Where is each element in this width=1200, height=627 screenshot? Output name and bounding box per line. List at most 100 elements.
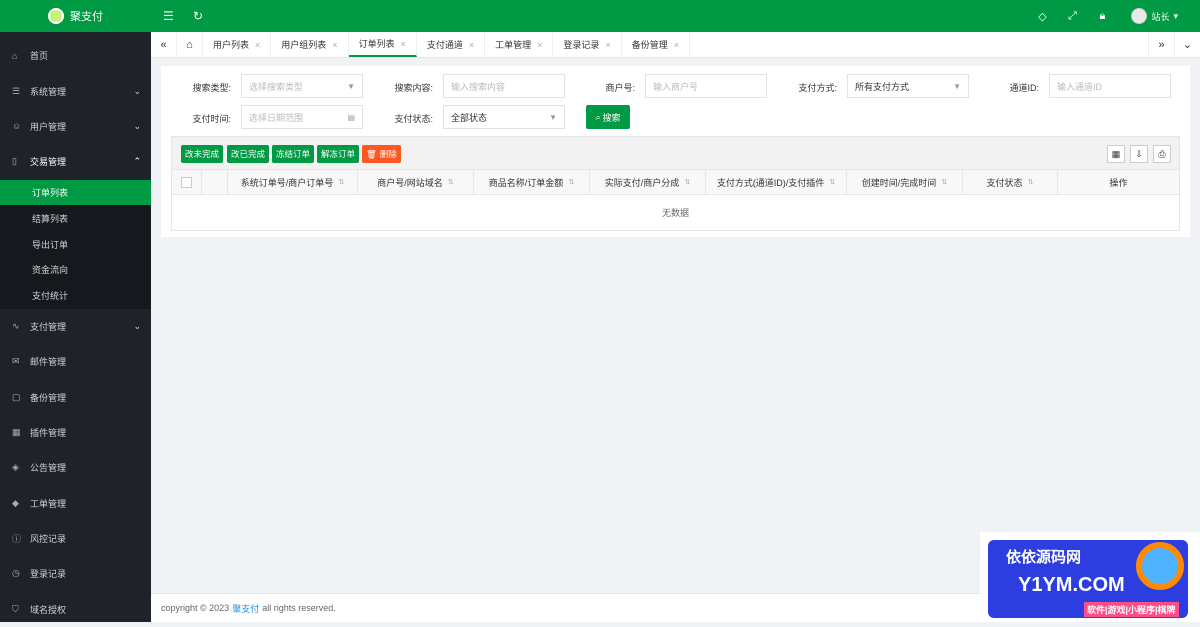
sidebar-item-home[interactable]: ⌂ 首页 bbox=[0, 38, 151, 73]
sidebar-item-backup[interactable]: ▢ 备份管理 bbox=[0, 379, 151, 414]
column-label: 操作 bbox=[1109, 177, 1128, 188]
sort-icon[interactable]: ⇅ bbox=[568, 178, 574, 186]
tag-icon[interactable]: ◇ bbox=[1027, 10, 1057, 23]
fullscreen-icon[interactable]: ⤢ bbox=[1057, 10, 1087, 23]
sidebar: ⌂ 首页 ☰ 系统管理 ⌄ ☺ 用户管理 ⌄ ▯ 交易管理 ⌃ 订单列表 结算列表 导出订单 … bbox=[0, 32, 151, 622]
close-icon[interactable]: × bbox=[537, 40, 542, 50]
column-status[interactable]: 支付状态 ⇅ bbox=[963, 170, 1058, 194]
mark-unfinished-button[interactable]: 改未完成 bbox=[181, 145, 224, 163]
freeze-order-button[interactable]: 冻结订单 bbox=[272, 145, 315, 163]
mark-finished-button[interactable]: 改已完成 bbox=[227, 145, 270, 163]
top-bar: 聚支付 ☰ ↻ ◇ ⤢ 🔒︎ 站长 ▾ bbox=[0, 0, 1200, 32]
lock-icon[interactable]: 🔒︎ bbox=[1087, 10, 1117, 23]
pay-time-input[interactable]: 选择日期范围 ▤ bbox=[241, 105, 363, 129]
tab-backup[interactable]: 备份管理 × bbox=[622, 32, 690, 57]
close-icon[interactable]: × bbox=[401, 39, 406, 49]
column-product[interactable]: 商品名称/订单金额 ⇅ bbox=[474, 170, 590, 194]
pulse-icon: ∿ bbox=[12, 320, 20, 331]
merchant-input[interactable]: 输入商户号 bbox=[645, 74, 767, 98]
chevron-up-icon: ⌃ bbox=[133, 156, 141, 167]
export-icon[interactable]: ⇩ bbox=[1130, 145, 1148, 163]
channel-label: 通道ID: bbox=[1009, 83, 1039, 93]
sidebar-subitem-settlements[interactable]: 结算列表 bbox=[0, 205, 151, 231]
search-type-select[interactable]: 选择搜索类型 ▼ bbox=[241, 74, 363, 98]
logo[interactable]: 聚支付 bbox=[0, 0, 151, 32]
sidebar-item-tickets[interactable]: ◆ 工单管理 bbox=[0, 486, 151, 521]
tab-order-list[interactable]: 订单列表 × bbox=[348, 32, 417, 57]
sidebar-item-mail[interactable]: ✉ 邮件管理 bbox=[0, 344, 151, 379]
sidebar-item-notices[interactable]: ◈ 公告管理 bbox=[0, 450, 151, 485]
sort-icon[interactable]: ⇅ bbox=[338, 178, 344, 186]
clock-icon: ◷ bbox=[12, 568, 20, 579]
sidebar-subitem-export[interactable]: 导出订单 bbox=[0, 231, 151, 257]
tabs-scroll-left-icon[interactable]: « bbox=[151, 32, 177, 57]
column-actual-pay[interactable]: 实际支付/商户分成 ⇅ bbox=[590, 170, 706, 194]
paytype-select[interactable]: 所有支付方式 ▼ bbox=[847, 74, 969, 98]
sort-icon[interactable]: ⇅ bbox=[1028, 178, 1034, 186]
sidebar-item-label: 用户管理 bbox=[30, 121, 67, 132]
search-content-input[interactable]: 输入搜索内容 bbox=[443, 74, 565, 98]
sidebar-item-plugins[interactable]: ▦ 插件管理 bbox=[0, 415, 151, 450]
channel-input[interactable]: 输入通道ID bbox=[1049, 74, 1171, 98]
status-label: 支付状态: bbox=[394, 114, 433, 124]
delete-button[interactable]: 🗑︎ 删除 bbox=[362, 145, 401, 163]
close-icon[interactable]: × bbox=[469, 40, 474, 50]
close-icon[interactable]: × bbox=[605, 40, 610, 50]
column-time[interactable]: 创建时间/完成时间 ⇅ bbox=[847, 170, 963, 194]
search-content-label: 搜索内容: bbox=[394, 83, 433, 93]
search-content-placeholder: 输入搜索内容 bbox=[451, 81, 506, 92]
sidebar-item-system[interactable]: ☰ 系统管理 ⌄ bbox=[0, 73, 151, 108]
columns-icon[interactable]: ▦ bbox=[1107, 145, 1125, 163]
sidebar-item-label: 域名授权 bbox=[30, 604, 67, 615]
tab-pay-channel[interactable]: 支付通道 × bbox=[417, 32, 486, 57]
tab-user-group[interactable]: 用户组列表 × bbox=[271, 32, 349, 57]
tab-tickets[interactable]: 工单管理 × bbox=[485, 32, 554, 57]
sidebar-item-trade[interactable]: ▯ 交易管理 ⌃ bbox=[0, 144, 151, 179]
print-icon[interactable]: ⎙ bbox=[1153, 145, 1171, 163]
sidebar-item-risk[interactable]: ⓘ 风控记录 bbox=[0, 521, 151, 556]
pay-time-placeholder: 选择日期范围 bbox=[249, 112, 304, 123]
close-icon[interactable]: × bbox=[674, 40, 679, 50]
home-tab-icon[interactable]: ⌂ bbox=[177, 32, 203, 57]
chevron-down-icon: ⌄ bbox=[133, 120, 141, 131]
close-icon[interactable]: × bbox=[332, 40, 337, 50]
sidebar-subitem-orders[interactable]: 订单列表 bbox=[0, 179, 151, 206]
tabs-menu-chevron-down-icon[interactable]: ⌄ bbox=[1174, 32, 1200, 57]
table-header: 系统订单号/商户订单号 ⇅ 商户号/网站域名 ⇅ 商品名称/订单金额 ⇅ 实际支付/商… bbox=[171, 170, 1180, 195]
sidebar-subitem-funds[interactable]: 资金流向 bbox=[0, 257, 151, 283]
tabs-scroll-right-icon[interactable]: » bbox=[1148, 32, 1174, 57]
pay-time-label: 支付时间: bbox=[192, 114, 231, 124]
select-all-checkbox[interactable] bbox=[181, 176, 192, 188]
footer-link[interactable]: 聚支付 bbox=[232, 602, 259, 615]
refresh-icon[interactable]: ↻ bbox=[193, 9, 203, 23]
unfreeze-order-button[interactable]: 解冻订单 bbox=[317, 145, 360, 163]
channel-placeholder: 输入通道ID bbox=[1057, 81, 1103, 92]
sidebar-item-label: 插件管理 bbox=[30, 427, 67, 438]
column-pay-method[interactable]: 支付方式(通道ID)/支付插件 ⇅ bbox=[706, 170, 847, 194]
order-list-panel: 搜索类型: 选择搜索类型 ▼ 搜索内容: 输入搜索内容 商户号: 输入商户号 支付… bbox=[161, 66, 1190, 237]
sidebar-item-payment[interactable]: ∿ 支付管理 ⌄ bbox=[0, 309, 151, 344]
tab-label: 备份管理 bbox=[631, 40, 668, 50]
sort-icon[interactable]: ⇅ bbox=[684, 178, 690, 186]
sort-icon[interactable]: ⇅ bbox=[941, 178, 947, 186]
user-menu[interactable]: 站长 ▾ bbox=[1117, 8, 1200, 24]
column-merchant[interactable]: 商户号/网站域名 ⇅ bbox=[358, 170, 474, 194]
tab-login-log[interactable]: 登录记录 × bbox=[553, 32, 622, 57]
sidebar-item-login-log[interactable]: ◷ 登录记录 bbox=[0, 556, 151, 591]
tab-label: 订单列表 bbox=[358, 39, 395, 49]
sidebar-subitem-stats[interactable]: 支付统计 bbox=[0, 283, 151, 309]
merchant-placeholder: 输入商户号 bbox=[653, 81, 699, 92]
close-icon[interactable]: × bbox=[255, 40, 260, 50]
sidebar-item-users[interactable]: ☺ 用户管理 ⌄ bbox=[0, 109, 151, 144]
status-select[interactable]: 全部状态 ▼ bbox=[443, 105, 565, 129]
column-order-no[interactable]: 系统订单号/商户订单号 ⇅ bbox=[228, 170, 358, 194]
merchant-label: 商户号: bbox=[605, 83, 635, 93]
menu-fold-icon[interactable]: ☰ bbox=[163, 9, 174, 23]
sort-icon[interactable]: ⇅ bbox=[829, 178, 835, 186]
tab-user-list[interactable]: 用户列表 × bbox=[203, 32, 272, 57]
sort-icon[interactable]: ⇅ bbox=[448, 178, 454, 186]
search-button[interactable]: ⌕ 搜索 bbox=[586, 105, 630, 129]
column-label: 商户号/网站域名 bbox=[377, 177, 443, 188]
app-name: 聚支付 bbox=[70, 11, 103, 23]
grid-icon: ▦ bbox=[12, 426, 21, 437]
